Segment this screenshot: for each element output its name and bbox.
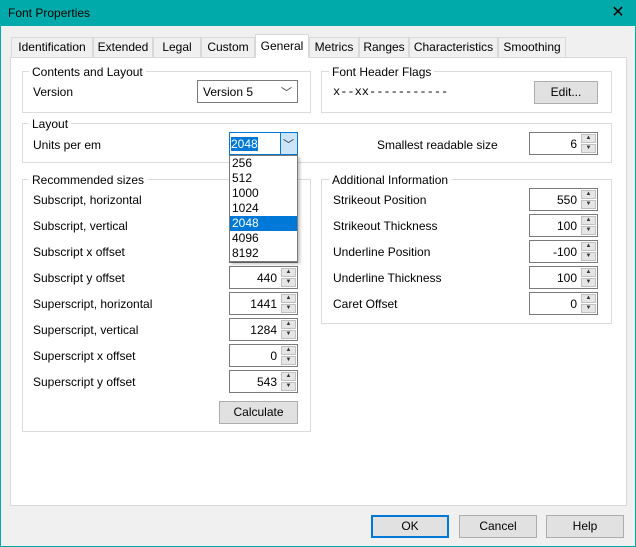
tab-ranges[interactable]: Ranges	[359, 37, 409, 58]
help-button[interactable]: Help	[546, 515, 624, 538]
spin-down-icon[interactable]: ▼	[281, 356, 296, 365]
tab-custom[interactable]: Custom	[201, 37, 255, 58]
superscript-x-offset-spinner[interactable]: 0 ▲ ▼	[229, 344, 298, 367]
smallest-readable-size-spinner[interactable]: 6 ▲ ▼	[529, 132, 598, 155]
units-per-em-value: 2048	[231, 137, 258, 151]
title-bar[interactable]: Font Properties ✕	[0, 0, 636, 26]
dropdown-option[interactable]: 2048	[230, 216, 297, 231]
subscript-y-offset-label: Subscript y offset	[33, 271, 125, 285]
tab-metrics[interactable]: Metrics	[309, 37, 359, 58]
superscript-x-offset-label: Superscript x offset	[33, 349, 136, 363]
spin-down-icon[interactable]: ▼	[581, 304, 596, 313]
superscript-y-offset-value: 543	[256, 375, 277, 389]
spin-down-icon[interactable]: ▼	[581, 200, 596, 209]
spin-up-icon[interactable]: ▲	[281, 294, 296, 303]
underline-thickness-label: Underline Thickness	[333, 271, 442, 285]
superscript-x-offset-value: 0	[270, 349, 277, 363]
underline-thickness-value: 100	[556, 271, 577, 285]
spin-down-icon[interactable]: ▼	[281, 278, 296, 287]
units-per-em-dropdown-list[interactable]: 256 512 1000 1024 2048 4096 8192	[229, 155, 298, 262]
superscript-vertical-label: Superscript, vertical	[33, 323, 139, 337]
units-per-em-select[interactable]: 2048 ﹀	[229, 132, 298, 155]
ok-button[interactable]: OK	[371, 515, 449, 538]
tab-identification[interactable]: Identification	[11, 37, 93, 58]
layout-group	[22, 123, 612, 163]
spin-up-icon[interactable]: ▲	[281, 268, 296, 277]
superscript-y-offset-label: Superscript y offset	[33, 375, 136, 389]
smallest-readable-size-label: Smallest readable size	[377, 138, 498, 152]
dropdown-button[interactable]: ﹀	[280, 133, 297, 154]
spin-down-icon[interactable]: ▼	[281, 330, 296, 339]
subscript-y-offset-value: 440	[256, 271, 277, 285]
subscript-horizontal-label: Subscript, horizontal	[33, 193, 142, 207]
chevron-down-icon: ﹀	[283, 139, 294, 151]
spin-up-icon[interactable]: ▲	[281, 320, 296, 329]
spin-down-icon[interactable]: ▼	[281, 382, 296, 391]
tab-extended[interactable]: Extended	[93, 37, 153, 58]
units-per-em-label: Units per em	[33, 138, 102, 152]
spin-up-icon[interactable]: ▲	[581, 134, 596, 143]
underline-position-value: -100	[552, 245, 577, 259]
subscript-x-offset-label: Subscript x offset	[33, 245, 125, 259]
cancel-button[interactable]: Cancel	[459, 515, 537, 538]
caret-offset-spinner[interactable]: 0 ▲ ▼	[529, 292, 598, 315]
underline-position-spinner[interactable]: -100 ▲ ▼	[529, 240, 598, 263]
dropdown-option[interactable]: 8192	[230, 246, 297, 261]
tab-characteristics[interactable]: Characteristics	[409, 37, 498, 58]
superscript-horizontal-spinner[interactable]: 1441 ▲ ▼	[229, 292, 298, 315]
underline-position-label: Underline Position	[333, 245, 431, 259]
superscript-horizontal-label: Superscript, horizontal	[33, 297, 153, 311]
recommended-sizes-title: Recommended sizes	[29, 173, 148, 187]
spin-down-icon[interactable]: ▼	[581, 226, 596, 235]
tab-general[interactable]: General	[255, 34, 309, 58]
strikeout-thickness-label: Strikeout Thickness	[333, 219, 438, 233]
spin-up-icon[interactable]: ▲	[581, 190, 596, 199]
spin-up-icon[interactable]: ▲	[581, 294, 596, 303]
underline-thickness-spinner[interactable]: 100 ▲ ▼	[529, 266, 598, 289]
window-title: Font Properties	[8, 6, 91, 20]
dropdown-option[interactable]: 4096	[230, 231, 297, 246]
spin-down-icon[interactable]: ▼	[281, 304, 296, 313]
superscript-vertical-spinner[interactable]: 1284 ▲ ▼	[229, 318, 298, 341]
tab-smoothing[interactable]: Smoothing	[498, 37, 566, 58]
spin-up-icon[interactable]: ▲	[581, 216, 596, 225]
dropdown-option[interactable]: 1000	[230, 186, 297, 201]
layout-title: Layout	[29, 117, 72, 131]
strikeout-position-label: Strikeout Position	[333, 193, 427, 207]
strikeout-position-value: 550	[556, 193, 577, 207]
spin-up-icon[interactable]: ▲	[581, 268, 596, 277]
edit-button[interactable]: Edit...	[534, 81, 598, 104]
strikeout-thickness-value: 100	[556, 219, 577, 233]
strikeout-thickness-spinner[interactable]: 100 ▲ ▼	[529, 214, 598, 237]
font-header-flags-title: Font Header Flags	[329, 65, 435, 79]
superscript-vertical-value: 1284	[250, 323, 277, 337]
spin-up-icon[interactable]: ▲	[281, 372, 296, 381]
smallest-readable-size-value: 6	[570, 137, 577, 151]
strikeout-position-spinner[interactable]: 550 ▲ ▼	[529, 188, 598, 211]
dropdown-option[interactable]: 256	[230, 156, 297, 171]
close-icon[interactable]: ✕	[604, 2, 632, 24]
additional-information-title: Additional Information	[329, 173, 452, 187]
spin-up-icon[interactable]: ▲	[581, 242, 596, 251]
spin-down-icon[interactable]: ▼	[581, 278, 596, 287]
contents-layout-title: Contents and Layout	[29, 65, 146, 79]
caret-offset-value: 0	[570, 297, 577, 311]
superscript-horizontal-value: 1441	[250, 297, 277, 311]
dropdown-option[interactable]: 1024	[230, 201, 297, 216]
caret-offset-label: Caret Offset	[333, 297, 398, 311]
spin-down-icon[interactable]: ▼	[581, 252, 596, 261]
dropdown-option[interactable]: 512	[230, 171, 297, 186]
flags-value: x--xx-----------	[333, 85, 449, 99]
tab-legal[interactable]: Legal	[153, 37, 201, 58]
version-value: Version 5	[203, 85, 254, 99]
superscript-y-offset-spinner[interactable]: 543 ▲ ▼	[229, 370, 298, 393]
spin-down-icon[interactable]: ▼	[581, 144, 596, 153]
version-label: Version	[33, 85, 74, 99]
subscript-y-offset-spinner[interactable]: 440 ▲ ▼	[229, 266, 298, 289]
spin-up-icon[interactable]: ▲	[281, 346, 296, 355]
chevron-down-icon: ﹀	[281, 87, 292, 99]
version-select[interactable]: Version 5 ﹀	[197, 80, 298, 103]
subscript-vertical-label: Subscript, vertical	[33, 219, 128, 233]
calculate-button[interactable]: Calculate	[219, 401, 298, 424]
